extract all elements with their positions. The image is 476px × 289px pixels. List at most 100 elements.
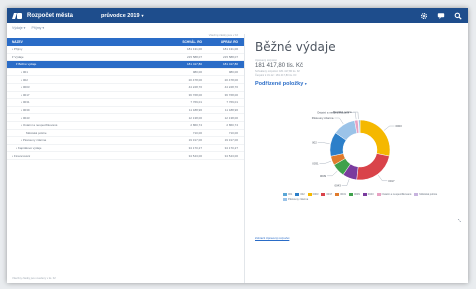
table-row[interactable]: • Kapitálové výdaje 34 170,27 34 170,27 <box>7 145 244 153</box>
legend-label: Pěstouny zdarma <box>288 197 309 201</box>
legend-label: 0039 <box>354 193 360 196</box>
row-approved: 2 860,74 <box>190 123 202 128</box>
row-adjusted: 36 768,00 <box>224 92 238 97</box>
table-row[interactable]: • 0039 11 188,96 11 188,96 <box>7 107 244 115</box>
column-header-adjusted[interactable]: UPRAV. RO <box>206 40 244 44</box>
table-row[interactable]: • Financování 34 543,00 34 543,00 <box>7 152 244 160</box>
table-row[interactable]: • 0017 36 768,00 36 768,00 <box>7 92 244 100</box>
donut-slice[interactable] <box>359 119 391 157</box>
callout-label: 0043 <box>335 184 342 188</box>
settings-icon[interactable] <box>420 12 428 20</box>
table-row[interactable]: Městská policie 710,00 710,00 <box>7 130 244 138</box>
row-adjusted: 7 769,01 <box>226 100 238 105</box>
callout-label: 0039 <box>320 174 327 178</box>
donut-slice[interactable] <box>356 153 390 181</box>
legend-label: 0017 <box>326 193 333 196</box>
legend-item[interactable]: 0031 <box>335 193 346 196</box>
row-name: • 002 <box>21 77 28 82</box>
legend-item[interactable]: 0039 <box>349 193 360 196</box>
table-header: Všechny částky jsou v Kč NÁZEV SCHVÁL. R… <box>7 34 244 46</box>
table-row[interactable]: • 0031 7 769,01 7 769,01 <box>7 99 244 107</box>
row-name: • Financování <box>12 153 31 158</box>
legend-label: Ostatní a nespecifikované <box>381 193 412 196</box>
callout-label: 0017 <box>388 179 395 183</box>
row-adjusted: 181 417,80 <box>222 62 238 67</box>
table-row[interactable]: ▾ Výdaje 215 588,07 215 588,07 <box>7 54 244 62</box>
filter-revenues[interactable]: Příjmy ▾ <box>31 26 44 30</box>
row-adjusted: 34 170,27 <box>224 146 238 151</box>
legend-item[interactable]: Pěstouny zdarma <box>283 197 309 201</box>
legend-item[interactable]: Městská policie <box>414 193 437 196</box>
row-approved: 44 228,70 <box>188 85 202 90</box>
row-approved: 980,00 <box>192 70 202 75</box>
row-name: • 0043 <box>21 115 30 120</box>
legend-label: Městská policie <box>419 193 438 196</box>
row-name: • Ostatní a nespecifikované <box>21 123 58 128</box>
legend-label: 002 <box>300 193 305 196</box>
row-name: • 0039 <box>21 108 30 113</box>
resize-icon[interactable]: ⤡ <box>458 218 461 223</box>
search-icon[interactable] <box>454 12 462 20</box>
table-row[interactable]: • Pěstouny zdarma 19 317,00 19 317,00 <box>7 137 244 145</box>
row-adjusted: 181 131,00 <box>222 47 238 52</box>
legend-label: 0043 <box>367 193 374 196</box>
legend-item[interactable]: 001 <box>283 193 292 196</box>
table-row[interactable]: • Příjmy 181 131,00 181 131,00 <box>7 46 244 54</box>
legend-item[interactable]: 0043 <box>362 193 374 196</box>
period-selector[interactable]: průvodce 2019 ▾ <box>101 13 144 19</box>
legend-swatch <box>321 193 326 196</box>
table-row[interactable]: • Ostatní a nespecifikované 2 860,74 2 860… <box>7 122 244 130</box>
callout-label: Městská policie <box>333 110 353 114</box>
row-approved: 710,00 <box>192 130 202 135</box>
table-row[interactable]: • 001 980,00 980,00 <box>7 69 244 77</box>
legend-item[interactable]: Ostatní a nespecifikované <box>376 193 412 196</box>
page-title: Běžné výdaje <box>255 40 336 54</box>
legend-item[interactable]: 002 <box>295 193 305 196</box>
chat-icon[interactable] <box>437 12 445 20</box>
row-name: Městská policie <box>26 130 47 135</box>
row-adjusted: 980,00 <box>228 70 238 75</box>
row-approved: 34 543,00 <box>188 153 202 158</box>
row-adjusted: 44 228,70 <box>224 85 238 90</box>
table-footnote: Všechny částky jsou uvedeny v tis. Kč <box>12 277 56 280</box>
legend-swatch <box>362 193 367 196</box>
row-approved: 7 769,01 <box>190 100 202 105</box>
row-name: ▾ Výdaje <box>12 54 24 59</box>
adjusted-budget-link[interactable]: Zobrazit Upravený rozpočet <box>255 236 289 240</box>
callout-label: Pěstouny zdarma <box>312 116 334 120</box>
legend-swatch <box>283 193 287 196</box>
approved-line: Schválený rozpočet: 181 417,80 tis. Kč <box>255 70 300 73</box>
legend-label: 001 <box>288 193 293 196</box>
amount-value: 181 417,80 tis. Kč <box>255 63 304 69</box>
chevron-down-icon: ▾ <box>141 12 144 18</box>
column-header-name[interactable]: NÁZEV <box>7 40 164 44</box>
row-name: • 0031 <box>21 100 30 105</box>
legend-item[interactable]: 0017 <box>321 193 332 196</box>
column-header-approved[interactable]: SCHVÁL. RO <box>164 40 206 44</box>
title-bar: Rozpočet města průvodce 2019 ▾ <box>7 8 468 23</box>
row-adjusted: 34 543,00 <box>224 153 238 158</box>
callout-line <box>383 125 395 131</box>
chevron-down-icon: ▾ <box>304 82 307 86</box>
row-approved: 11 188,96 <box>188 108 202 113</box>
table-row[interactable]: • 0003 44 228,70 44 228,70 <box>7 84 244 92</box>
table-row[interactable]: • 0043 12 138,00 12 138,00 <box>7 114 244 122</box>
table-row[interactable]: ▾ Běžné výdaje 181 417,80 181 417,80 <box>7 61 244 69</box>
callout-label: 0031 <box>312 162 319 166</box>
row-name: • Pěstouny zdarma <box>21 138 47 143</box>
legend-item[interactable]: 0003 <box>307 193 319 196</box>
callout-line <box>334 117 344 125</box>
filter-expenses[interactable]: Výdaje ▾ <box>12 26 25 30</box>
legend-label: 0003 <box>312 193 319 196</box>
row-approved: 34 170,27 <box>188 146 202 151</box>
legend-swatch <box>349 193 353 196</box>
callout-line <box>327 170 338 177</box>
table-row[interactable]: • 002 20 478,00 20 478,00 <box>7 76 244 84</box>
donut-chart-svg: 00030017004300390031002Pěstouny zdarmaOs… <box>312 110 402 188</box>
table-hint: Všechny částky jsou v Kč <box>208 34 238 37</box>
budget-table-panel: Všechny částky jsou v Kč NÁZEV SCHVÁL. R… <box>7 34 245 283</box>
legend-swatch <box>376 193 381 196</box>
table-header-row: NÁZEV SCHVÁL. RO UPRAV. RO <box>7 38 244 46</box>
subitems-section-title[interactable]: Podřízené položky ▾ <box>255 81 458 87</box>
callout-line <box>341 178 350 186</box>
